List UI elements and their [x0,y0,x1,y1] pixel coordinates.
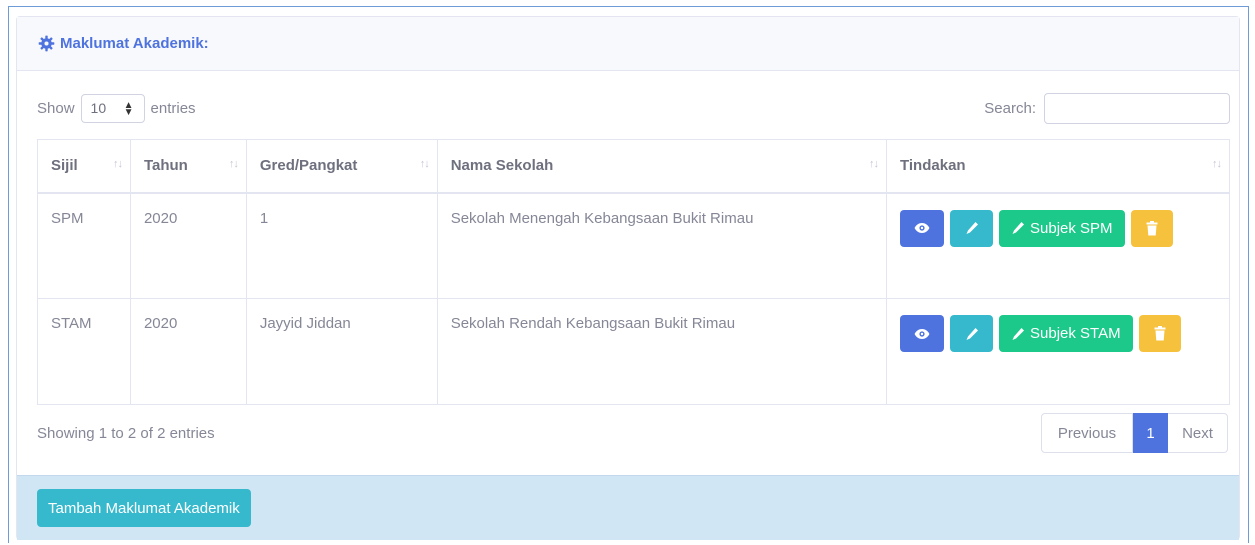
entries-length-select[interactable]: 10 ▲ ▼ [80,93,145,123]
trash-icon [1154,326,1166,341]
sort-icon: ↑↓ [869,158,879,170]
row-actions: Subjek STAM [900,315,1200,352]
pagination-next[interactable]: Next [1168,413,1228,453]
cell-actions: Subjek SPM [886,192,1230,299]
sort-icon: ↑↓ [112,158,123,170]
search-input[interactable] [1044,92,1230,124]
select-caret-icon: ▲ ▼ [123,99,134,118]
eye-icon [914,223,930,233]
length-control: Show 10 ▲ ▼ entries [37,93,196,123]
cell-sijil: SPM [37,192,131,299]
cell-gred: 1 [245,192,438,299]
cell-sekolah: Sekolah Rendah Kebangsaan Bukit Rimau [436,298,888,405]
pencil-icon [966,327,978,340]
card-title-text: Maklumat Akademik: [60,35,209,52]
pagination-previous[interactable]: Previous [1041,413,1133,453]
trash-icon [1146,220,1158,235]
cell-actions: Subjek STAM [886,298,1230,405]
edit-button[interactable] [950,315,993,352]
delete-button[interactable] [1138,315,1181,352]
length-value: 10 [90,100,107,116]
card-footer: Tambah Maklumat Akademik [17,475,1239,540]
table-controls: Show 10 ▲ ▼ entries Search: [37,92,1230,124]
subject-button-label: Subjek STAM [1030,325,1121,342]
cog-icon [38,35,55,52]
card-title: Maklumat Akademik: [38,35,209,52]
cell-sijil: STAM [37,298,131,405]
sort-icon: ↑↓ [419,158,430,170]
pencil-icon [966,222,978,234]
eye-icon [914,328,930,339]
academic-table: Sijil ↑↓ Tahun ↑↓ Gred/Pangkat ↑↓ Nama Seko… [37,139,1230,405]
view-button[interactable] [900,315,944,352]
column-header-sijil[interactable]: Sijil ↑↓ [37,139,131,194]
subject-button-label: Subjek SPM [1030,219,1113,237]
card-header: Maklumat Akademik: [17,17,1239,71]
row-actions: Subjek SPM [900,209,1200,247]
column-header-tindakan[interactable]: Tindakan ↑↓ [886,139,1230,194]
column-header-gred[interactable]: Gred/Pangkat ↑↓ [245,139,438,194]
cell-tahun: 2020 [129,192,247,299]
pagination-page-1[interactable]: 1 [1133,413,1168,453]
column-header-tahun[interactable]: Tahun ↑↓ [129,139,247,194]
edit-button[interactable] [950,209,993,247]
table-row: SPM 2020 1 Sekolah Menengah Kebangsaan B… [37,192,1230,299]
pencil-icon [1012,222,1024,234]
table-row: STAM 2020 Jayyid Jiddan Sekolah Rendah K… [37,298,1230,405]
cell-tahun: 2020 [129,298,247,405]
cell-gred: Jayyid Jiddan [245,298,438,405]
subject-button[interactable]: Subjek SPM [999,209,1125,247]
subject-button[interactable]: Subjek STAM [999,315,1133,352]
table-info: Showing 1 to 2 of 2 entries [37,425,215,442]
sort-icon: ↑↓ [1212,158,1222,170]
column-header-sekolah[interactable]: Nama Sekolah ↑↓ [436,139,888,194]
academic-info-card: Maklumat Akademik: Show 10 ▲ ▼ entries Se… [16,16,1240,540]
sort-icon: ↑↓ [228,158,239,170]
view-button[interactable] [900,209,944,247]
table-header-row: Sijil ↑↓ Tahun ↑↓ Gred/Pangkat ↑↓ Nama Seko… [37,139,1230,194]
search-control: Search: [984,92,1230,124]
add-academic-button[interactable]: Tambah Maklumat Akademik [37,489,251,527]
delete-button[interactable] [1130,209,1173,247]
pencil-icon [1012,327,1024,340]
search-label: Search: [984,99,1036,117]
pagination: Previous 1 Next [1041,413,1228,453]
cell-sekolah: Sekolah Menengah Kebangsaan Bukit Rimau [436,192,888,299]
entries-label: entries [150,99,196,117]
show-label: Show [37,99,75,117]
